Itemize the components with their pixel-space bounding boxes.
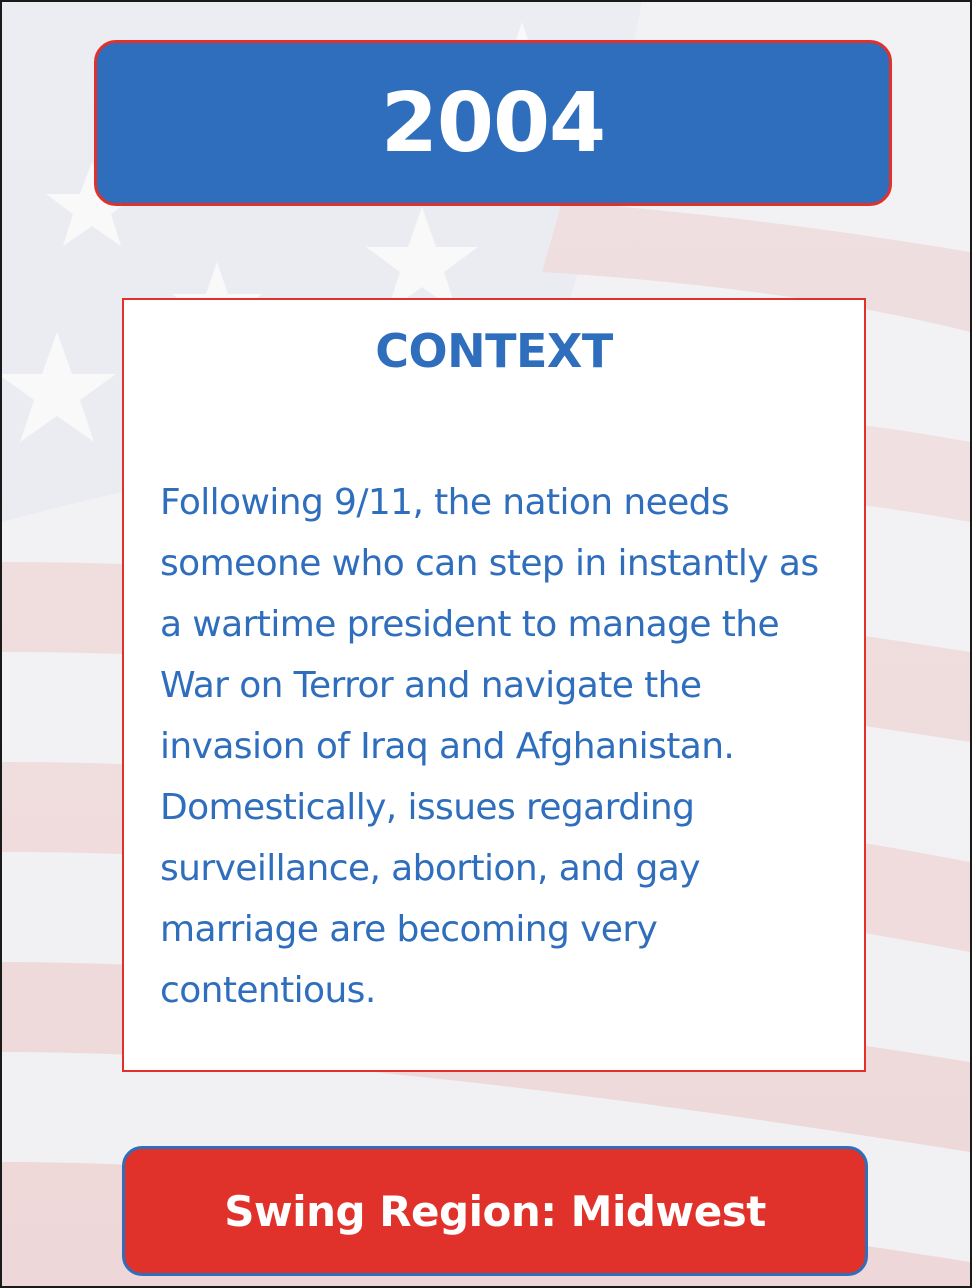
context-panel: CONTEXT Following 9/11, the nation needs… — [122, 298, 866, 1072]
context-body: Following 9/11, the nation needs someone… — [160, 482, 819, 1011]
card: 2004 CONTEXT Following 9/11, the nation … — [0, 0, 972, 1288]
year-title: 2004 — [380, 75, 606, 171]
region-label: Swing Region: Midwest — [224, 1186, 766, 1236]
context-heading: CONTEXT — [375, 324, 613, 378]
region-banner: Swing Region: Midwest — [122, 1146, 868, 1276]
year-banner: 2004 — [94, 40, 892, 206]
